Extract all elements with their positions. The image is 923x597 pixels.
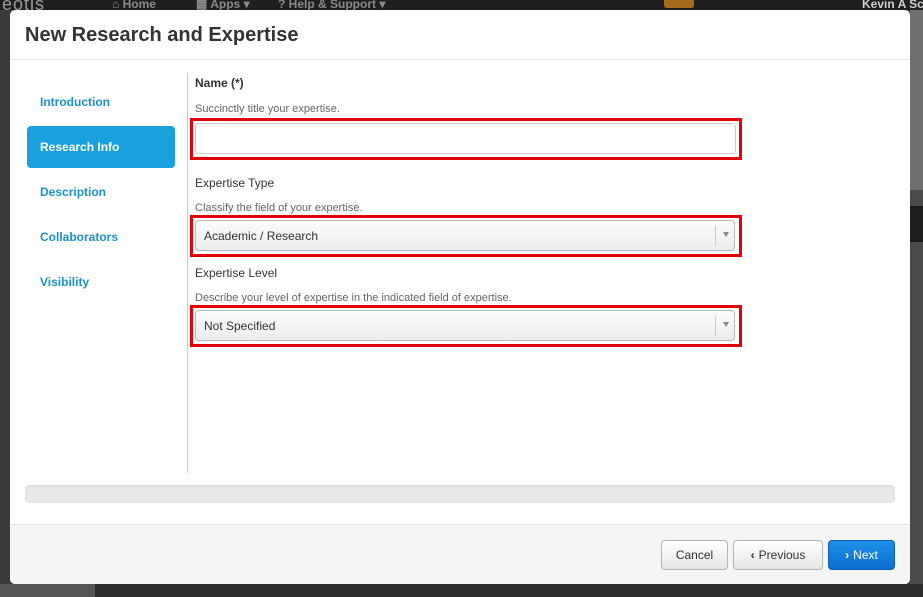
background-page-edge [910, 10, 923, 597]
expertise-level-label: Expertise Level [195, 266, 278, 280]
step-description[interactable]: Description [27, 171, 175, 213]
step-introduction[interactable]: Introduction [27, 81, 175, 123]
step-visibility[interactable]: Visibility [27, 261, 175, 303]
cancel-button[interactable]: Cancel [661, 540, 728, 570]
chevron-down-icon [723, 322, 729, 327]
wizard-progress-bar [25, 485, 895, 503]
name-label: Name (*) [195, 76, 244, 90]
background-notification-badge [664, 0, 694, 8]
modal-title: New Research and Expertise [25, 24, 299, 46]
modal-header: New Research and Expertise [10, 10, 910, 60]
step-research-info[interactable]: Research Info [27, 126, 175, 168]
step-collaborators[interactable]: Collaborators [27, 216, 175, 258]
chevron-right-icon: › [845, 548, 850, 562]
next-button-label: Next [853, 548, 878, 562]
expertise-type-separator [715, 226, 716, 246]
expertise-level-separator [715, 316, 716, 336]
wizard-steps-nav: Introduction Research Info Description C… [27, 81, 175, 306]
expertise-level-value: Not Specified [204, 319, 276, 333]
previous-button-label: Previous [758, 548, 806, 562]
chevron-down-icon [723, 232, 729, 237]
modal-body: Introduction Research Info Description C… [10, 61, 910, 524]
chevron-left-icon: ‹ [750, 548, 755, 562]
next-button[interactable]: › Next [828, 540, 895, 570]
expertise-level-select[interactable]: Not Specified [195, 310, 735, 341]
previous-button[interactable]: ‹ Previous [733, 540, 823, 570]
background-page-bottom [0, 584, 923, 597]
expertise-type-help-text: Classify the field of your expertise. [195, 202, 363, 214]
name-input[interactable] [195, 123, 736, 154]
modal-footer: Cancel ‹ Previous › Next [10, 524, 910, 584]
new-research-modal: New Research and Expertise Introduction … [10, 10, 910, 584]
expertise-type-label: Expertise Type [195, 176, 275, 190]
expertise-type-value: Academic / Research [204, 229, 319, 243]
expertise-type-select[interactable]: Academic / Research [195, 220, 735, 251]
name-help-text: Succinctly title your expertise. [195, 103, 340, 115]
expertise-level-help-text: Describe your level of expertise in the … [195, 292, 512, 304]
nav-divider [187, 73, 188, 473]
